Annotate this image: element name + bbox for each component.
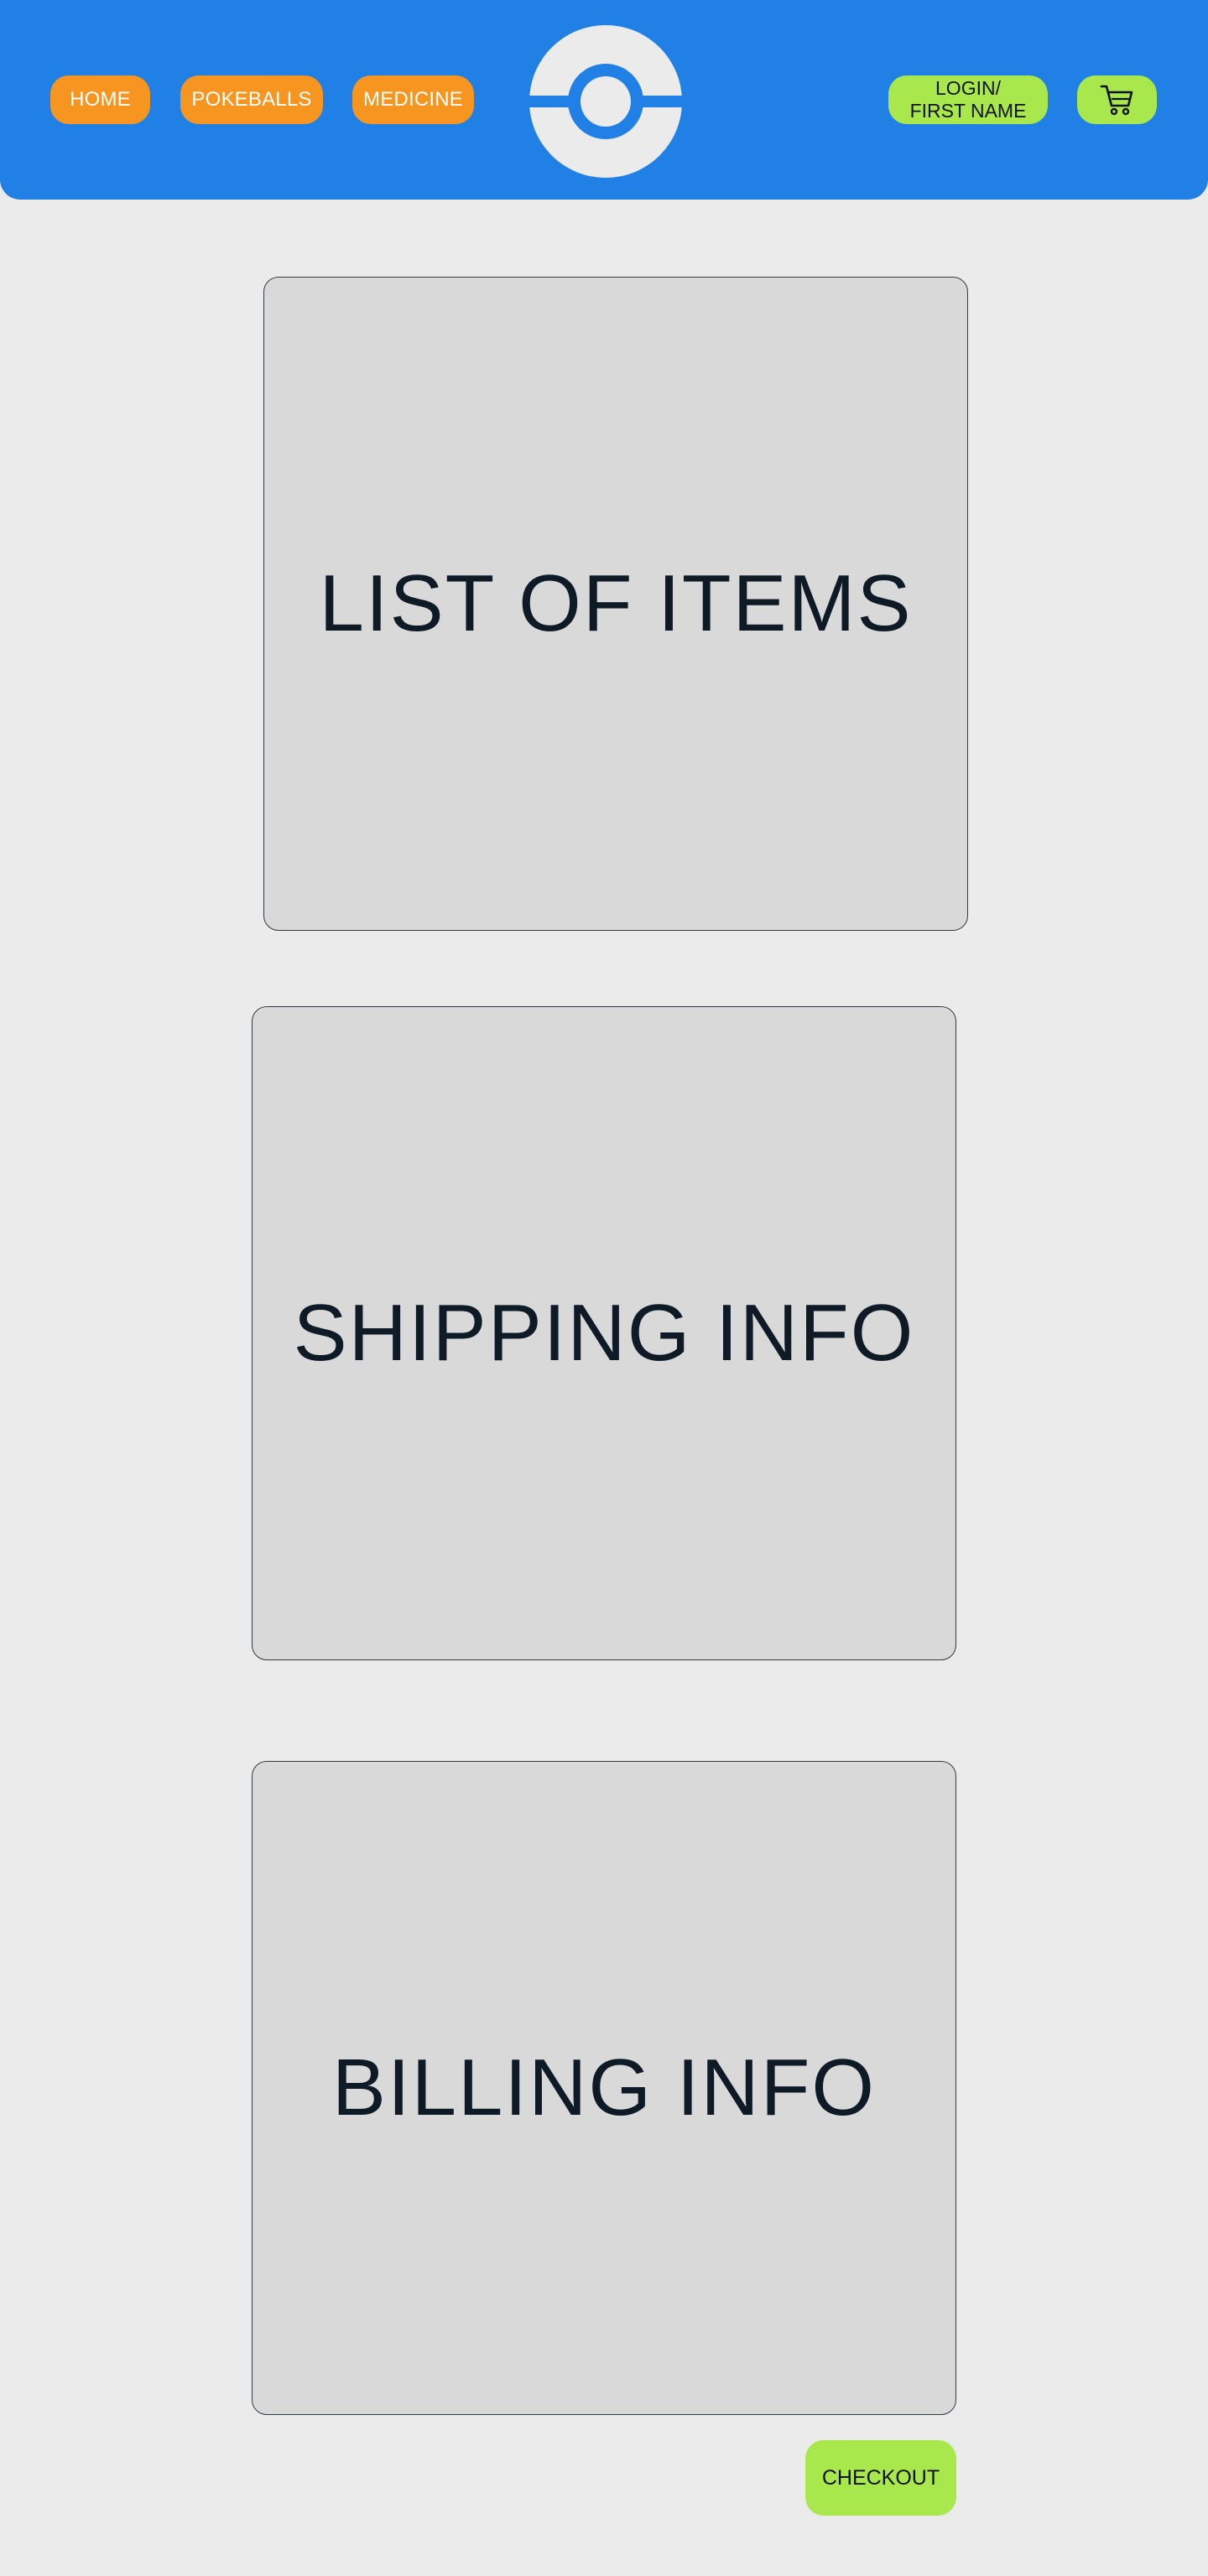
billing-info-label: BILLING INFO [331,2043,877,2132]
nav-home-button[interactable]: HOME [50,75,150,124]
pokeball-icon[interactable] [529,25,682,178]
billing-info-panel: BILLING INFO [252,1761,956,2415]
login-button[interactable]: LOGIN/ FIRST NAME [888,75,1048,124]
login-label-line1: LOGIN/ [935,77,1001,99]
top-header: HOME POKEBALLS MEDICINE LOGIN/ FIRST NAM… [0,0,1208,200]
header-bar: HOME POKEBALLS MEDICINE LOGIN/ FIRST NAM… [0,0,1208,200]
checkout-page: HOME POKEBALLS MEDICINE LOGIN/ FIRST NAM… [0,0,1208,2576]
checkout-button[interactable]: CHECKOUT [805,2440,956,2516]
shopping-cart-icon [1100,85,1132,116]
cart-button[interactable] [1077,75,1157,124]
nav-medicine-button[interactable]: MEDICINE [352,75,474,124]
shipping-info-panel: SHIPPING INFO [252,1006,956,1660]
items-list-panel: LIST OF ITEMS [263,277,968,931]
items-list-label: LIST OF ITEMS [319,558,913,648]
shipping-info-label: SHIPPING INFO [293,1288,915,1378]
nav-pokeballs-button[interactable]: POKEBALLS [180,75,323,124]
login-label-line2: FIRST NAME [909,100,1027,122]
